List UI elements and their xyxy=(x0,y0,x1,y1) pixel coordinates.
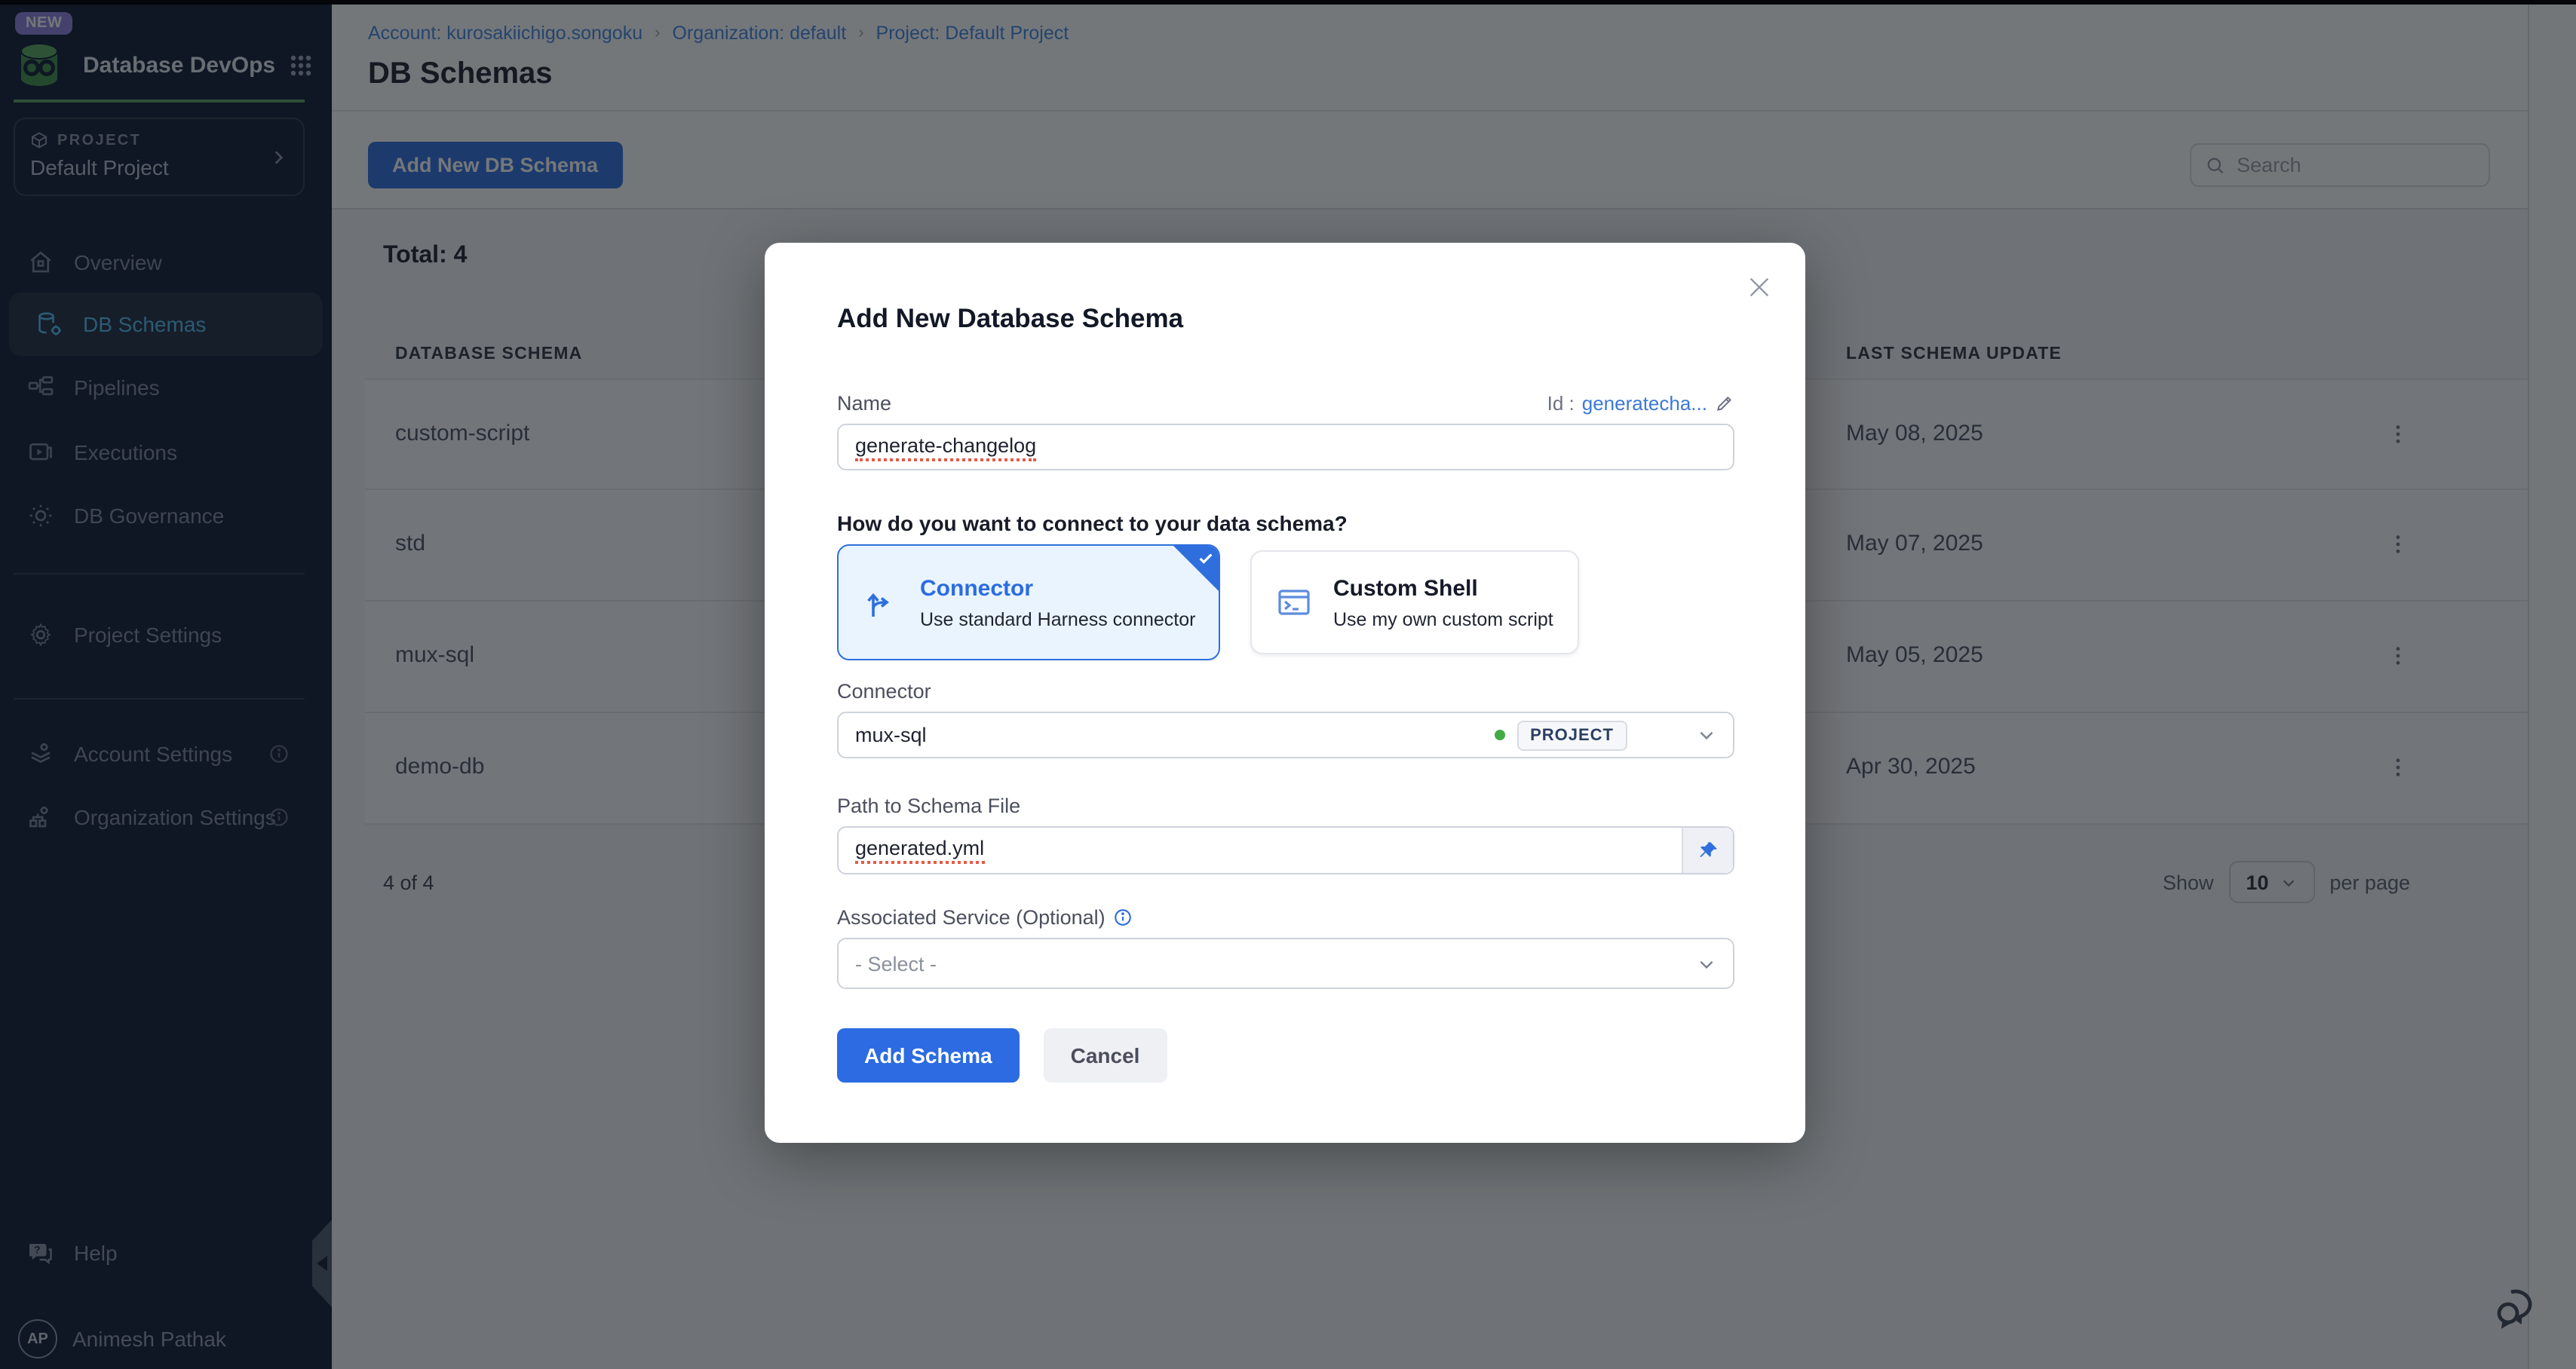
option-subtitle: Use my own custom script xyxy=(1333,608,1553,629)
select-placeholder: - Select - xyxy=(855,952,937,975)
option-title: Custom Shell xyxy=(1333,575,1553,601)
connector-value: mux-sql xyxy=(855,724,927,746)
option-card-custom-shell[interactable]: Custom Shell Use my own custom script xyxy=(1250,550,1579,654)
info-icon[interactable] xyxy=(1113,908,1133,927)
associated-service-label: Associated Service (Optional) xyxy=(837,906,1133,929)
edit-pencil-icon[interactable] xyxy=(1715,394,1734,413)
modal-title: Add New Database Schema xyxy=(837,303,1183,335)
scope-badge: PROJECT xyxy=(1516,720,1627,750)
path-value: generated.yml xyxy=(855,837,984,864)
path-label: Path to Schema File xyxy=(837,795,1020,817)
id-prefix: Id : xyxy=(1547,392,1575,415)
terminal-icon xyxy=(1276,584,1312,620)
cancel-button[interactable]: Cancel xyxy=(1044,1028,1167,1083)
connector-select-field[interactable]: mux-sql PROJECT xyxy=(837,712,1734,758)
name-value: generate-changelog xyxy=(855,433,1036,461)
chevron-down-icon[interactable] xyxy=(1697,725,1716,745)
connector-status-dot xyxy=(1494,730,1504,740)
add-schema-button[interactable]: Add Schema xyxy=(837,1028,1020,1083)
window-top-edge xyxy=(0,0,2576,5)
pin-icon[interactable] xyxy=(1682,828,1733,873)
entity-id-row: Id : generatecha... xyxy=(1547,392,1734,415)
add-schema-modal: Add New Database Schema Name Id : genera… xyxy=(765,243,1805,1143)
chevron-down-icon xyxy=(1697,954,1716,973)
associated-service-select[interactable]: - Select - xyxy=(837,938,1734,989)
connector-branch-icon xyxy=(863,584,899,620)
connect-question: How do you want to connect to your data … xyxy=(837,511,1348,535)
connector-label: Connector xyxy=(837,680,931,703)
option-subtitle: Use standard Harness connector xyxy=(920,608,1195,629)
check-icon xyxy=(1198,550,1214,567)
close-icon[interactable] xyxy=(1742,270,1775,303)
option-title: Connector xyxy=(920,575,1195,601)
app-root: NEW Database DevOps xyxy=(0,0,2576,1369)
name-input[interactable]: generate-changelog xyxy=(837,424,1734,470)
option-card-connector[interactable]: Connector Use standard Harness connector xyxy=(837,544,1220,660)
path-input[interactable]: generated.yml xyxy=(837,826,1734,874)
id-value-link[interactable]: generatecha... xyxy=(1582,392,1707,415)
name-label: Name xyxy=(837,392,891,415)
